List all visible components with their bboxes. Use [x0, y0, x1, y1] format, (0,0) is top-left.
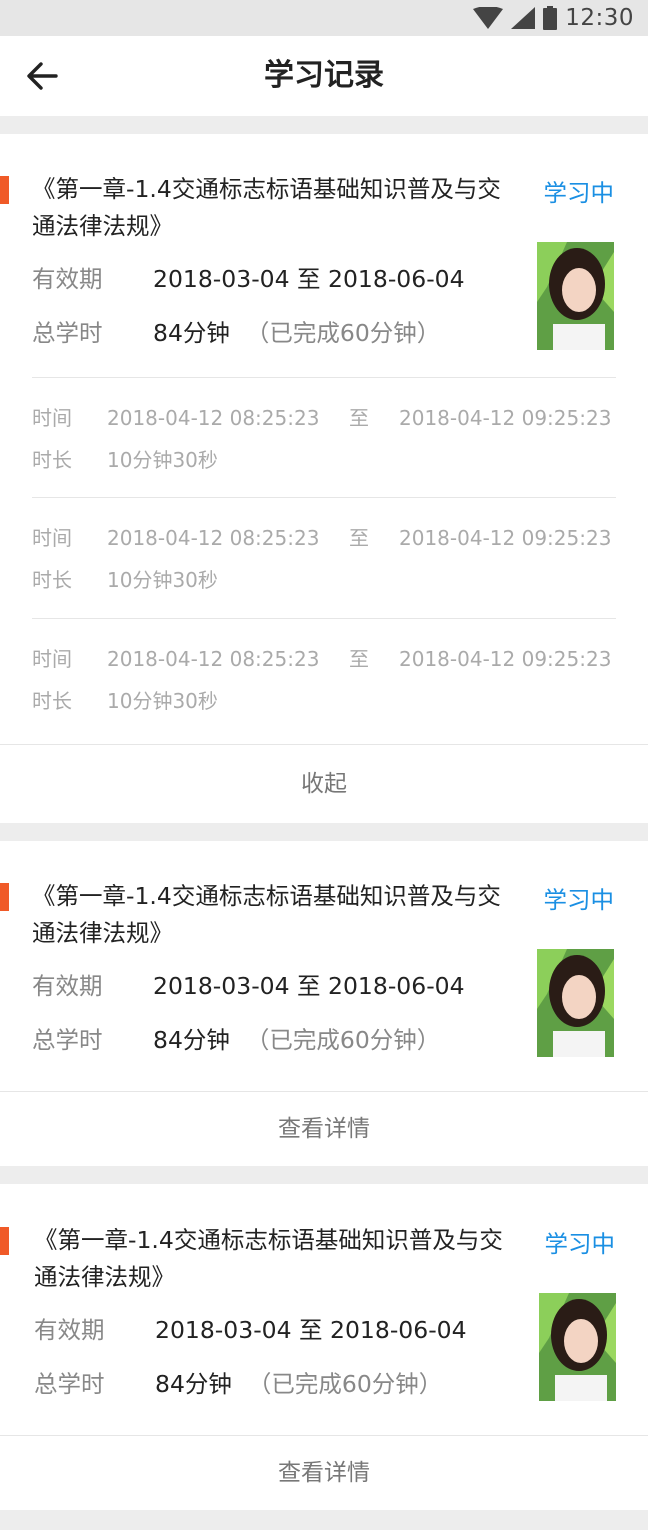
status-icons: 12:30 — [473, 0, 634, 36]
status-badge: 学习中 — [543, 886, 615, 914]
validity-value: 2018-03-04 至 2018-06-04 — [155, 1316, 467, 1344]
avatar — [537, 949, 614, 1057]
session-duration: 10分钟30秒 — [107, 568, 218, 592]
battery-icon — [543, 6, 558, 30]
session-start: 2018-04-12 08:25:23 — [107, 647, 320, 671]
validity-label: 有效期 — [32, 972, 103, 1000]
session-end: 2018-04-12 09:25:23 — [399, 406, 612, 430]
validity-value: 2018-03-04 至 2018-06-04 — [153, 265, 465, 293]
to-label: 至 — [349, 526, 369, 550]
course-card: 《第一章-1.4交通标志标语基础知识普及与交通法律法规》 学习中 有效期 2018… — [0, 134, 648, 823]
status-badge: 学习中 — [543, 179, 615, 207]
course-title: 《第一章-1.4交通标志标语基础知识普及与交通法律法规》 — [34, 1226, 503, 1291]
accent-bar — [0, 883, 9, 911]
status-badge: 学习中 — [544, 1230, 616, 1258]
collapse-button[interactable]: 收起 — [0, 745, 648, 823]
divider — [32, 377, 616, 378]
duration-label: 时长 — [32, 448, 72, 472]
validity-value: 2018-03-04 至 2018-06-04 — [153, 972, 465, 1000]
duration-label: 时长 — [32, 568, 72, 592]
session-duration-row: 时长 10分钟30秒 — [32, 444, 622, 473]
divider — [32, 618, 616, 619]
session-duration: 10分钟30秒 — [107, 448, 218, 472]
hours-row: 总学时 84分钟 （已完成60分钟） — [34, 1369, 442, 1399]
wifi-icon — [473, 7, 504, 29]
clock-time: 12:30 — [565, 5, 634, 31]
nav-bar: 学习记录 — [0, 36, 648, 116]
session-time-row: 时间 2018-04-12 08:25:23 至 2018-04-12 09:25:2… — [32, 522, 622, 551]
session-start: 2018-04-12 08:25:23 — [107, 526, 320, 550]
avatar — [539, 1293, 616, 1401]
hours-label: 总学时 — [34, 1370, 105, 1398]
time-label: 时间 — [32, 406, 72, 430]
hours-label: 总学时 — [32, 319, 103, 347]
hours-value: 84分钟 — [153, 319, 230, 347]
view-details-button[interactable]: 查看详情 — [0, 1436, 648, 1510]
course-title: 《第一章-1.4交通标志标语基础知识普及与交通法律法规》 — [32, 882, 501, 947]
completed-note: （已完成60分钟） — [245, 1026, 441, 1054]
to-label: 至 — [349, 406, 369, 430]
session-time-row: 时间 2018-04-12 08:25:23 至 2018-04-12 09:25:2… — [32, 643, 622, 672]
hours-row: 总学时 84分钟 （已完成60分钟） — [32, 318, 440, 348]
accent-bar — [0, 176, 9, 204]
validity-row: 有效期 2018-03-04 至 2018-06-04 — [34, 1315, 467, 1345]
validity-label: 有效期 — [32, 265, 103, 293]
time-label: 时间 — [32, 526, 72, 550]
session-duration-row: 时长 10分钟30秒 — [32, 564, 622, 593]
divider — [32, 497, 616, 498]
page-title: 学习记录 — [264, 58, 384, 93]
signal-icon — [511, 7, 536, 29]
course-card: 《第一章-1.4交通标志标语基础知识普及与交通法律法规》 学习中 有效期 2018… — [0, 841, 648, 1166]
validity-row: 有效期 2018-03-04 至 2018-06-04 — [32, 971, 465, 1001]
session-time-row: 时间 2018-04-12 08:25:23 至 2018-04-12 09:25:2… — [32, 402, 622, 431]
duration-label: 时长 — [32, 689, 72, 713]
time-label: 时间 — [32, 647, 72, 671]
hours-row: 总学时 84分钟 （已完成60分钟） — [32, 1025, 440, 1055]
session-end: 2018-04-12 09:25:23 — [399, 647, 612, 671]
course-card: 《第一章-1.4交通标志标语基础知识普及与交通法律法规》 学习中 有效期 2018… — [0, 1184, 648, 1510]
session-duration-row: 时长 10分钟30秒 — [32, 685, 622, 714]
session-end: 2018-04-12 09:25:23 — [399, 526, 612, 550]
accent-bar — [0, 1227, 9, 1255]
course-title: 《第一章-1.4交通标志标语基础知识普及与交通法律法规》 — [32, 175, 501, 240]
to-label: 至 — [349, 647, 369, 671]
view-details-button[interactable]: 查看详情 — [0, 1092, 648, 1166]
hours-label: 总学时 — [32, 1026, 103, 1054]
validity-label: 有效期 — [34, 1316, 105, 1344]
session-duration: 10分钟30秒 — [107, 689, 218, 713]
hours-value: 84分钟 — [155, 1370, 232, 1398]
validity-row: 有效期 2018-03-04 至 2018-06-04 — [32, 264, 465, 294]
hours-value: 84分钟 — [153, 1026, 230, 1054]
session-start: 2018-04-12 08:25:23 — [107, 406, 320, 430]
completed-note: （已完成60分钟） — [245, 319, 441, 347]
avatar — [537, 242, 614, 350]
completed-note: （已完成60分钟） — [247, 1370, 443, 1398]
status-bar: 12:30 — [0, 0, 648, 36]
